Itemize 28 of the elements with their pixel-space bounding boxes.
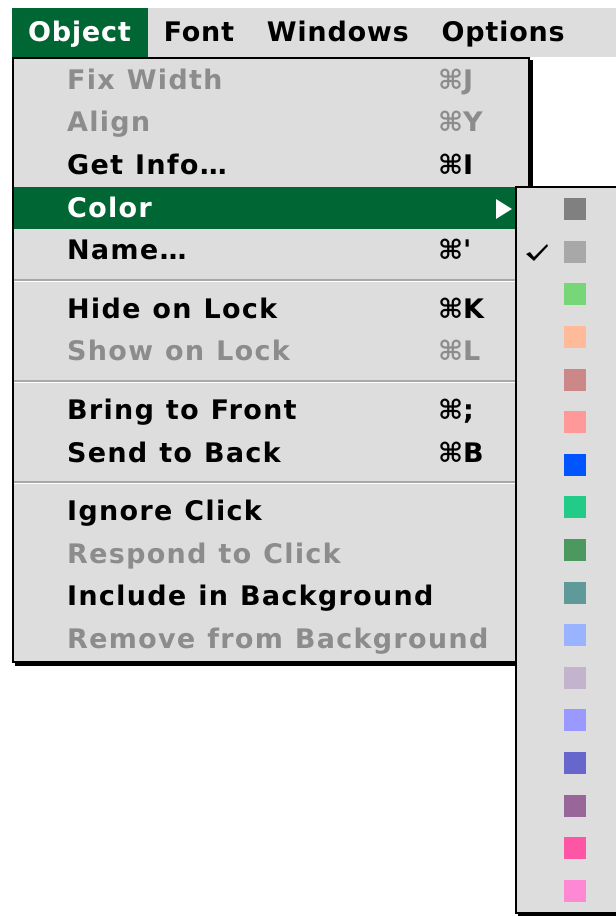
menu-item-label: Align — [67, 107, 152, 138]
shortcut-label: ⌘B — [438, 438, 484, 469]
menu-title[interactable]: Options — [426, 8, 582, 57]
menu-item-label: Show on Lock — [67, 336, 292, 368]
menu-title[interactable]: Object — [12, 8, 148, 57]
menu-item-label: Hide on Lock — [67, 294, 278, 325]
shortcut-label: ⌘I — [438, 150, 474, 181]
menu-item-label: Ignore Click — [67, 496, 264, 528]
menu-item-label: Include in Background — [67, 581, 435, 612]
menu-item[interactable]: Get Info… ⌘I — [14, 144, 528, 187]
menu-title[interactable]: Font — [148, 8, 251, 57]
menu-item-label: Send to Back — [67, 438, 282, 469]
checkmark-icon — [525, 242, 549, 262]
shortcut-label: ⌘; — [438, 394, 474, 426]
submenu-arrow-icon — [496, 198, 512, 219]
shortcut-label: ⌘K — [438, 294, 484, 325]
menu-item-label: Remove from Background — [67, 624, 490, 655]
shortcut-label: ⌘' — [438, 235, 472, 266]
menu-item-label: Respond to Click — [67, 538, 342, 570]
menu-title[interactable]: Windows — [250, 8, 426, 57]
menu-item-label: Name… — [67, 235, 188, 266]
menu-item-label: Fix Width — [67, 64, 224, 96]
menu-item-label: Get Info… — [67, 150, 228, 181]
shortcut-label: ⌘J — [438, 64, 474, 96]
shortcut-label: ⌘Y — [438, 107, 483, 138]
menu-item-label: Color — [67, 192, 153, 224]
shortcut-label: ⌘L — [438, 336, 480, 368]
menu-item-label: Bring to Front — [67, 394, 298, 426]
